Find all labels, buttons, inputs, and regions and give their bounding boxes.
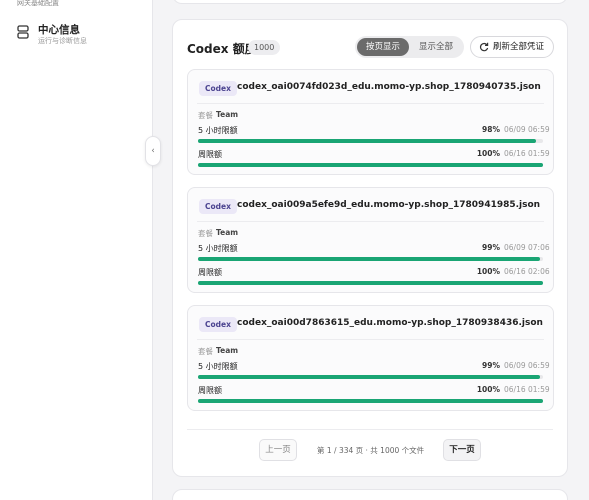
refresh-all-label: 刷新全部凭证: [493, 42, 545, 52]
quota-percent: 100%: [476, 267, 500, 276]
quota-percent: 99%: [482, 361, 500, 370]
quota-label: 5 小时限额: [198, 362, 238, 371]
show-all-button[interactable]: 显示全部: [411, 38, 461, 56]
sidebar: 网关基础配置 中心信息 运行与诊断信息: [0, 0, 153, 500]
quota-reset-time: 06/09 06:59: [504, 361, 550, 370]
credential-card: Codex codex_oai009a5efe9d_edu.momo-yp.sh…: [187, 187, 554, 293]
server-icon: [17, 25, 29, 39]
credential-card: Codex codex_oai0074fd023d_edu.momo-yp.sh…: [187, 69, 554, 175]
quota-percent: 100%: [476, 385, 500, 394]
quota-reset-time: 06/16 01:59: [504, 385, 550, 394]
quota-progress-track: [198, 163, 543, 167]
quota-progress-fill: [198, 281, 543, 285]
quota-reset-time: 06/09 06:59: [504, 125, 550, 134]
quota-progress-fill: [198, 375, 540, 379]
sidebar-item-title: 中心信息: [38, 24, 80, 36]
quota-progress-track: [198, 399, 543, 403]
next-panel: [172, 489, 568, 500]
quota-label: 周限额: [198, 150, 222, 159]
quota-progress-fill: [198, 399, 543, 403]
pager-divider: [187, 429, 553, 430]
quota-progress-fill: [198, 163, 543, 167]
provider-badge: Codex: [199, 317, 237, 332]
previous-panel: [172, 0, 568, 4]
panel-title: Codex 额度: [187, 42, 257, 56]
prev-page-button[interactable]: 上一页: [259, 439, 297, 461]
quota-progress-track: [198, 139, 543, 143]
next-page-button[interactable]: 下一页: [443, 439, 481, 461]
view-toggle: 按页显示 显示全部: [355, 36, 464, 58]
chevron-left-icon: ‹: [151, 146, 155, 156]
sidebar-item-subtitle: 运行与诊断信息: [38, 37, 87, 45]
card-divider: [197, 221, 544, 222]
quota-reset-time: 06/09 07:06: [504, 243, 550, 252]
plan-label: 套餐: [198, 229, 213, 238]
plan-label: 套餐: [198, 347, 213, 356]
quota-reset-time: 06/16 01:59: [504, 149, 550, 158]
quota-label: 周限额: [198, 386, 222, 395]
credential-file-name: codex_oai00d7863615_edu.momo-yp.shop_178…: [237, 318, 543, 328]
provider-badge: Codex: [199, 81, 237, 96]
sidebar-item-center-info[interactable]: 中心信息 运行与诊断信息: [17, 22, 147, 48]
count-badge: 1000: [248, 40, 281, 55]
refresh-all-button[interactable]: 刷新全部凭证: [470, 36, 554, 58]
quota-percent: 100%: [476, 149, 500, 158]
quota-progress-track: [198, 375, 543, 379]
credential-file-name: codex_oai009a5efe9d_edu.momo-yp.shop_178…: [237, 200, 541, 210]
plan-value: Team: [216, 228, 239, 237]
plan-value: Team: [216, 346, 239, 355]
refresh-icon: [479, 42, 489, 52]
credential-file-name: codex_oai0074fd023d_edu.momo-yp.shop_178…: [237, 82, 541, 92]
paged-view-button[interactable]: 按页显示: [357, 38, 409, 56]
quota-progress-track: [198, 257, 543, 261]
codex-quota-panel: Codex 额度 1000 按页显示 显示全部 刷新全部凭证 Codex cod…: [172, 19, 568, 477]
credential-card: Codex codex_oai00d7863615_edu.momo-yp.sh…: [187, 305, 554, 411]
card-divider: [197, 339, 544, 340]
sidebar-collapse-button[interactable]: ‹: [145, 136, 161, 166]
quota-label: 5 小时限额: [198, 244, 238, 253]
quota-progress-track: [198, 281, 543, 285]
quota-reset-time: 06/16 02:06: [504, 267, 550, 276]
provider-badge: Codex: [199, 199, 237, 214]
quota-percent: 98%: [482, 125, 500, 134]
page-info: 第 1 / 334 页 · 共 1000 个文件: [317, 446, 425, 455]
sidebar-prev-item-subtitle: 网关基础配置: [17, 0, 59, 7]
plan-value: Team: [216, 110, 239, 119]
quota-progress-fill: [198, 139, 537, 143]
card-divider: [197, 103, 544, 104]
plan-label: 套餐: [198, 111, 213, 120]
quota-label: 5 小时限额: [198, 126, 238, 135]
quota-label: 周限额: [198, 268, 222, 277]
quota-progress-fill: [198, 257, 540, 261]
quota-percent: 99%: [482, 243, 500, 252]
